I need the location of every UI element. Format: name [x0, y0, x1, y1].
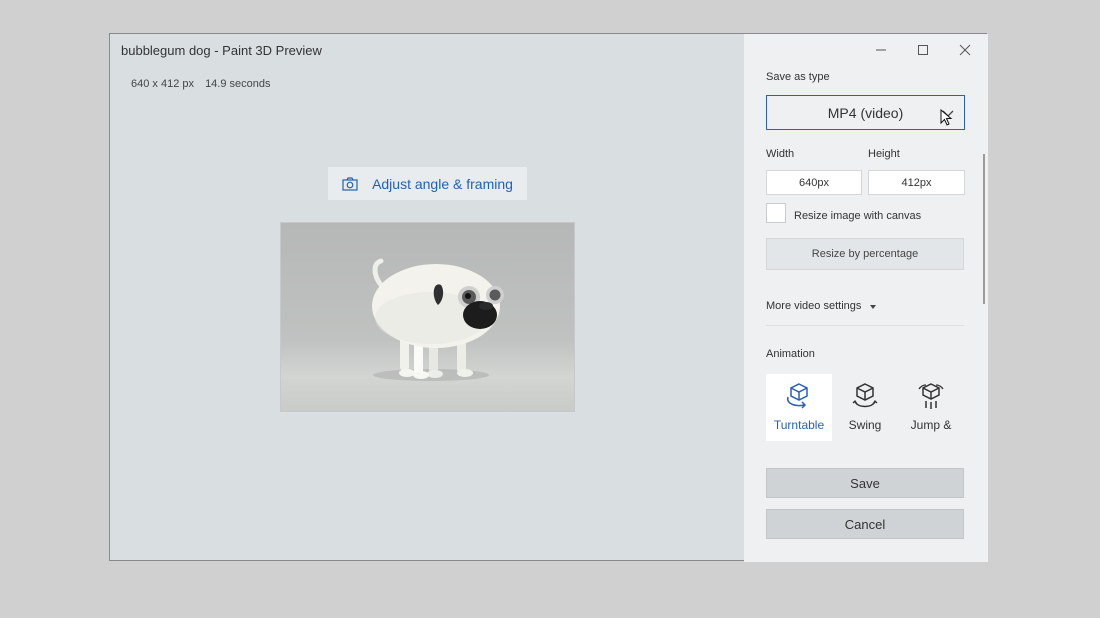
animation-option-label: Jump & — [910, 418, 952, 432]
window-title: bubblegum dog - Paint 3D Preview — [121, 43, 322, 58]
jump-icon — [916, 382, 946, 410]
width-input[interactable]: 640px — [766, 170, 862, 195]
more-video-settings-label: More video settings — [766, 300, 862, 312]
animation-option-turntable[interactable]: Turntable — [766, 374, 832, 441]
resize-by-percentage-button[interactable]: Resize by percentage — [766, 238, 964, 270]
save-settings-panel: Save as type MP4 (video) Width Height 64… — [744, 34, 988, 562]
maximize-button[interactable] — [908, 40, 938, 60]
width-label: Width — [766, 148, 795, 160]
dog-illustration — [372, 258, 504, 381]
height-label: Height — [868, 148, 900, 160]
animation-option-label: Swing — [848, 418, 882, 432]
cancel-button[interactable]: Cancel — [766, 509, 964, 539]
panel-scrollbar[interactable] — [983, 154, 985, 304]
resize-with-canvas-checkbox[interactable] — [766, 203, 786, 223]
image-info: 640 x 412 px 14.9 seconds — [131, 78, 271, 90]
save-type-label: Save as type — [766, 71, 830, 83]
divider — [766, 325, 964, 326]
app-window: bubblegum dog - Paint 3D Preview 640 x 4… — [109, 33, 988, 562]
resize-with-canvas-label: Resize image with canvas — [794, 210, 922, 222]
save-button[interactable]: Save — [766, 468, 964, 498]
mouse-cursor-icon — [940, 108, 954, 130]
minimize-icon — [876, 49, 886, 51]
animation-option-swing[interactable]: Swing — [832, 374, 898, 441]
adjust-angle-label: Adjust angle & framing — [372, 175, 513, 192]
video-duration: 14.9 seconds — [205, 78, 271, 90]
image-dimensions: 640 x 412 px — [131, 78, 194, 90]
save-type-value: MP4 (video) — [827, 104, 904, 121]
adjust-angle-button[interactable]: Adjust angle & framing — [328, 167, 527, 200]
more-video-settings-toggle[interactable]: More video settings — [766, 300, 877, 312]
minimize-button[interactable] — [866, 40, 896, 60]
preview-image — [280, 222, 575, 412]
animation-label: Animation — [766, 348, 815, 360]
animation-option-label: Turntable — [773, 418, 825, 432]
maximize-icon — [918, 45, 928, 55]
height-input[interactable]: 412px — [868, 170, 965, 195]
close-button[interactable] — [950, 40, 980, 60]
turntable-icon — [784, 382, 814, 410]
close-icon — [959, 44, 971, 56]
save-type-dropdown[interactable]: MP4 (video) — [766, 95, 965, 130]
animation-option-jump[interactable]: Jump & — [898, 374, 964, 441]
camera-icon — [342, 176, 358, 191]
swing-icon — [850, 382, 880, 410]
caret-down-icon — [870, 300, 877, 312]
